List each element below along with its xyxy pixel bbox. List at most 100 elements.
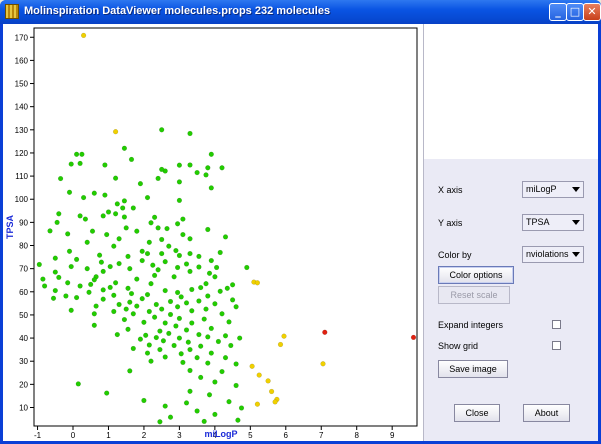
data-point[interactable] bbox=[56, 274, 62, 281]
data-point[interactable] bbox=[205, 165, 211, 171]
data-point[interactable] bbox=[144, 195, 151, 201]
data-point[interactable] bbox=[56, 211, 62, 217]
data-point[interactable] bbox=[52, 288, 58, 294]
data-point[interactable] bbox=[196, 264, 202, 270]
data-point[interactable] bbox=[93, 303, 99, 309]
data-point[interactable] bbox=[146, 308, 152, 315]
data-point[interactable] bbox=[141, 397, 147, 404]
data-point[interactable] bbox=[322, 329, 328, 335]
data-point[interactable] bbox=[175, 221, 181, 227]
data-point[interactable] bbox=[157, 328, 163, 334]
data-point[interactable] bbox=[155, 175, 161, 182]
data-point[interactable] bbox=[134, 228, 140, 234]
data-point[interactable] bbox=[203, 306, 209, 312]
data-point[interactable] bbox=[189, 320, 195, 326]
data-point[interactable] bbox=[178, 294, 184, 300]
data-point[interactable] bbox=[159, 127, 165, 133]
data-point[interactable] bbox=[139, 258, 145, 264]
data-point[interactable] bbox=[143, 332, 149, 338]
data-point[interactable] bbox=[125, 253, 131, 260]
data-point[interactable] bbox=[176, 315, 183, 322]
data-point[interactable] bbox=[217, 288, 223, 294]
data-point[interactable] bbox=[206, 270, 213, 276]
data-point[interactable] bbox=[153, 335, 159, 341]
data-point[interactable] bbox=[137, 181, 144, 187]
data-point[interactable] bbox=[162, 288, 168, 294]
data-point[interactable] bbox=[171, 274, 177, 280]
data-point[interactable] bbox=[107, 284, 113, 291]
data-point[interactable] bbox=[215, 338, 222, 345]
data-point[interactable] bbox=[155, 225, 161, 231]
data-point[interactable] bbox=[116, 261, 122, 267]
data-point[interactable] bbox=[80, 195, 87, 201]
data-point[interactable] bbox=[128, 291, 135, 297]
expand-integers-checkbox[interactable] bbox=[552, 320, 561, 329]
data-point[interactable] bbox=[100, 213, 106, 219]
data-point[interactable] bbox=[198, 285, 204, 291]
data-point[interactable] bbox=[167, 311, 174, 318]
y-axis-select[interactable]: TPSA bbox=[522, 214, 584, 231]
data-point[interactable] bbox=[82, 216, 89, 222]
data-point[interactable] bbox=[114, 332, 120, 338]
data-point[interactable] bbox=[176, 252, 183, 259]
data-point[interactable] bbox=[157, 347, 163, 353]
data-point[interactable] bbox=[148, 358, 154, 364]
data-point[interactable] bbox=[112, 175, 119, 181]
data-point[interactable] bbox=[164, 226, 170, 232]
data-point[interactable] bbox=[77, 160, 83, 167]
data-point[interactable] bbox=[205, 226, 211, 233]
data-point[interactable] bbox=[180, 216, 186, 222]
title-bar[interactable]: Molinspiration DataViewer molecules.prop… bbox=[0, 0, 601, 24]
data-point[interactable] bbox=[104, 232, 110, 238]
data-point[interactable] bbox=[40, 276, 46, 282]
data-point[interactable] bbox=[254, 280, 261, 286]
data-point[interactable] bbox=[222, 234, 229, 240]
data-point[interactable] bbox=[194, 170, 200, 176]
data-point[interactable] bbox=[159, 251, 165, 257]
data-point[interactable] bbox=[137, 336, 144, 342]
data-point[interactable] bbox=[205, 334, 211, 340]
data-point[interactable] bbox=[153, 301, 159, 308]
data-point[interactable] bbox=[130, 205, 136, 211]
data-point[interactable] bbox=[121, 145, 128, 151]
data-point[interactable] bbox=[86, 289, 92, 295]
data-point[interactable] bbox=[203, 281, 209, 287]
data-point[interactable] bbox=[235, 417, 241, 423]
data-point[interactable] bbox=[160, 338, 167, 344]
data-point[interactable] bbox=[116, 301, 122, 308]
data-point[interactable] bbox=[256, 372, 262, 378]
data-point[interactable] bbox=[196, 298, 202, 304]
data-point[interactable] bbox=[111, 308, 117, 315]
data-point[interactable] bbox=[187, 251, 193, 257]
data-point[interactable] bbox=[265, 378, 271, 384]
data-point[interactable] bbox=[198, 343, 204, 349]
data-point[interactable] bbox=[166, 243, 172, 249]
data-point[interactable] bbox=[230, 297, 236, 303]
data-point[interactable] bbox=[36, 261, 42, 268]
x-axis-select[interactable]: miLogP bbox=[522, 181, 584, 198]
data-point[interactable] bbox=[214, 264, 220, 271]
data-point[interactable] bbox=[208, 258, 214, 264]
minimize-button[interactable]: _ bbox=[549, 3, 567, 21]
data-point[interactable] bbox=[176, 335, 183, 341]
data-point[interactable] bbox=[159, 236, 165, 243]
data-point[interactable] bbox=[162, 259, 168, 265]
about-button[interactable]: About bbox=[523, 404, 570, 422]
data-point[interactable] bbox=[84, 266, 90, 272]
data-point[interactable] bbox=[198, 374, 204, 381]
data-point[interactable] bbox=[73, 256, 80, 263]
data-point[interactable] bbox=[102, 192, 108, 198]
data-point[interactable] bbox=[127, 299, 133, 305]
data-point[interactable] bbox=[171, 342, 177, 349]
data-point[interactable] bbox=[157, 419, 163, 425]
data-point[interactable] bbox=[238, 405, 245, 411]
data-point[interactable] bbox=[146, 239, 152, 245]
data-point[interactable] bbox=[159, 166, 165, 173]
data-point[interactable] bbox=[159, 306, 165, 312]
data-point[interactable] bbox=[100, 287, 106, 293]
data-point[interactable] bbox=[125, 285, 131, 291]
data-point[interactable] bbox=[226, 399, 232, 405]
data-point[interactable] bbox=[175, 264, 181, 271]
data-point[interactable] bbox=[208, 151, 214, 157]
data-point[interactable] bbox=[112, 129, 119, 135]
